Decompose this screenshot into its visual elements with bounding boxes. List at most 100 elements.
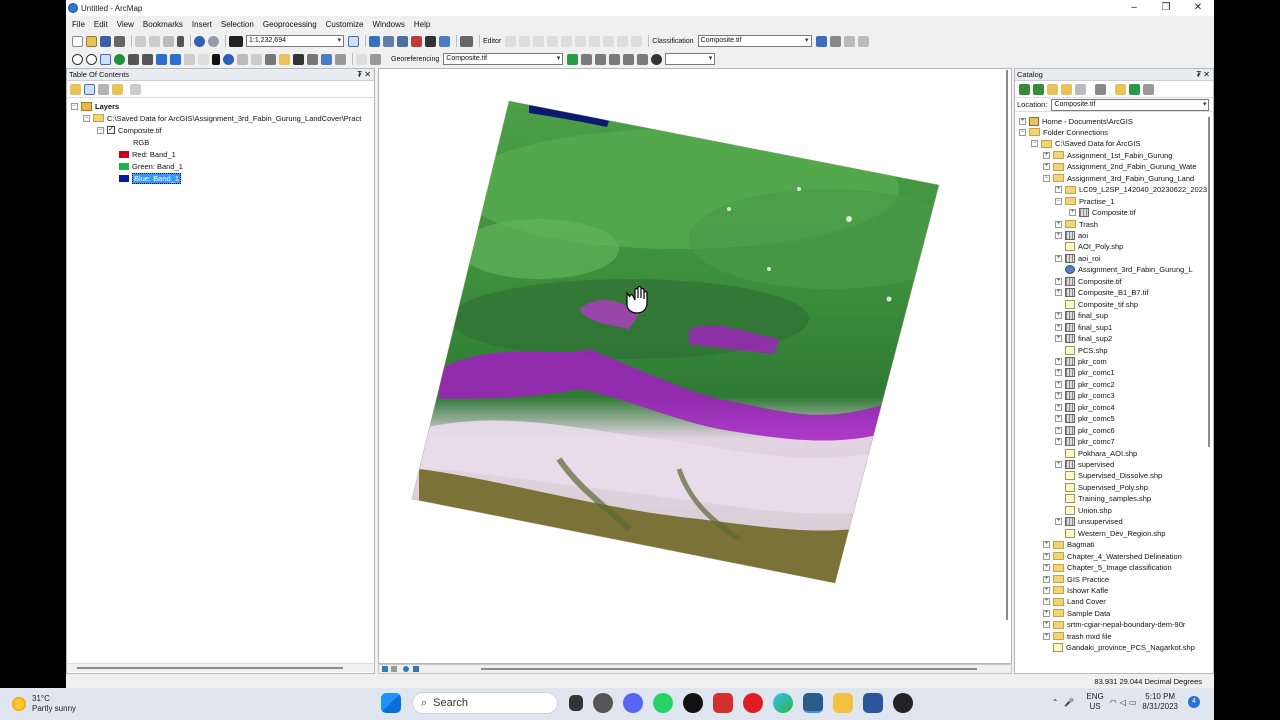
collapse-icon[interactable]: − xyxy=(1019,128,1026,136)
collapse-icon[interactable]: − xyxy=(1055,197,1062,205)
catalog-item[interactable]: Composite_tif.shp xyxy=(1055,298,1138,310)
python-window-icon[interactable] xyxy=(425,35,436,47)
editor-menu[interactable]: Editor xyxy=(483,38,501,45)
toc-band-blue-row[interactable]: Blue: Band_1 xyxy=(119,172,182,184)
discord-icon[interactable] xyxy=(623,693,643,713)
expand-icon[interactable]: + xyxy=(1055,220,1062,228)
layout-view-icon[interactable] xyxy=(391,666,397,672)
table-of-contents-icon[interactable] xyxy=(369,35,380,47)
viewer-window-icon[interactable] xyxy=(335,53,346,65)
new-document-icon[interactable] xyxy=(72,35,83,47)
expand-icon[interactable]: + xyxy=(1055,186,1062,194)
topology-icon[interactable] xyxy=(631,35,643,47)
go-to-xy-icon[interactable] xyxy=(307,53,318,65)
classification-menu[interactable]: Classification xyxy=(652,38,693,45)
expand-icon[interactable]: + xyxy=(1055,415,1062,423)
catalog-item[interactable]: + GIS Practice xyxy=(1043,573,1109,585)
expand-icon[interactable]: + xyxy=(1043,575,1050,583)
menu-file[interactable]: File xyxy=(72,20,85,29)
catalog-item[interactable]: + pkr_comc2 xyxy=(1055,378,1115,390)
expand-icon[interactable]: + xyxy=(1055,461,1062,468)
sketch-properties-icon[interactable] xyxy=(589,35,601,47)
weather-widget[interactable]: 31°C Partly sunny xyxy=(12,694,142,714)
catalog-pin-close-icon[interactable]: ₮ ✕ xyxy=(1196,69,1210,80)
catalog-item[interactable]: − Folder Connections xyxy=(1019,126,1108,138)
up-one-level-icon[interactable] xyxy=(1047,83,1058,95)
location-combo[interactable]: Composite.tif xyxy=(1051,98,1210,111)
catalog-item[interactable]: + srtm-cgiar-nepal-boundary-dem-90r xyxy=(1043,619,1185,631)
expand-icon[interactable]: + xyxy=(1043,598,1050,606)
catalog-item[interactable]: + Composite_B1_B7.tif xyxy=(1055,287,1148,299)
list-by-drawing-order-icon[interactable] xyxy=(70,83,81,95)
print-icon[interactable] xyxy=(114,35,125,47)
classification-layer-combo[interactable]: Composite.tif xyxy=(697,35,812,47)
catalog-item[interactable]: + Chapter_4_Watershed Delineation xyxy=(1043,550,1182,562)
scale-icon[interactable] xyxy=(609,53,621,65)
catalog-item[interactable]: Assignment_3rd_Fabin_Gurung_L xyxy=(1055,264,1193,276)
time-slider-icon[interactable] xyxy=(321,53,332,65)
model-builder-icon[interactable] xyxy=(439,35,450,47)
catalog-item[interactable]: + pkr_comc5 xyxy=(1055,413,1115,425)
zoom-in-icon[interactable] xyxy=(72,53,83,65)
back-extent-icon[interactable] xyxy=(156,53,167,65)
attributes-icon[interactable] xyxy=(575,35,587,47)
menu-customize[interactable]: Customize xyxy=(326,20,364,29)
collapse-icon[interactable]: − xyxy=(83,114,90,122)
catalog-item[interactable]: Gandaki_province_PCS_Nagarkot.shp xyxy=(1043,642,1195,654)
list-by-visibility-icon[interactable] xyxy=(98,83,109,95)
reshape-icon[interactable] xyxy=(519,35,531,47)
catalog-item[interactable]: + Chapter_5_Image classification xyxy=(1043,562,1172,574)
split-icon[interactable] xyxy=(547,35,559,47)
catalog-item[interactable]: Pokhara_AOI.shp xyxy=(1055,447,1137,459)
toc-band-red-row[interactable]: Red: Band_1 xyxy=(119,148,176,160)
catalog-item[interactable]: − C:\Saved Data for ArcGIS xyxy=(1031,138,1140,150)
menu-insert[interactable]: Insert xyxy=(192,20,212,29)
expand-icon[interactable]: + xyxy=(1055,312,1062,320)
map-vscroll-thumb[interactable] xyxy=(1006,70,1008,620)
add-control-points-icon[interactable] xyxy=(567,53,579,65)
map-hscroll-thumb[interactable] xyxy=(481,668,977,670)
windows-start-icon[interactable] xyxy=(381,693,401,713)
close-button[interactable]: ✕ xyxy=(1182,0,1214,16)
shift-icon[interactable] xyxy=(595,53,607,65)
catalog-item[interactable]: Training_samples.shp xyxy=(1055,493,1151,505)
rotate-georef-icon[interactable] xyxy=(581,53,593,65)
toggle-contents-icon[interactable] xyxy=(1129,83,1140,95)
catalog-item[interactable]: − Practise_1 xyxy=(1055,195,1114,207)
rotation-angle-input[interactable] xyxy=(665,53,716,65)
catalog-vertical-scrollbar[interactable] xyxy=(1205,113,1213,673)
catalog-item[interactable]: + pkr_comc4 xyxy=(1055,401,1115,413)
settings-gear-icon[interactable] xyxy=(593,693,613,713)
list-by-source-icon[interactable] xyxy=(84,83,95,95)
add-data-icon[interactable] xyxy=(229,35,243,47)
home-folder-icon[interactable] xyxy=(1061,83,1072,95)
catalog-item[interactable]: + pkr_comc7 xyxy=(1055,436,1115,448)
search-window-icon[interactable] xyxy=(397,35,408,47)
catalog-item[interactable]: + Sample Data xyxy=(1043,607,1110,619)
catalog-item[interactable]: + Assignment_1st_Fabin_Gurung xyxy=(1043,149,1172,161)
forward-icon[interactable] xyxy=(1033,83,1044,95)
minimize-button[interactable]: – xyxy=(1118,0,1150,16)
catalog-item[interactable]: + LC09_L2SP_142040_20230622_2023 xyxy=(1055,184,1207,196)
clear-selection-icon[interactable] xyxy=(198,53,209,65)
copy-icon[interactable] xyxy=(149,35,160,47)
expand-icon[interactable]: + xyxy=(1043,163,1050,171)
expand-icon[interactable]: + xyxy=(1055,232,1062,239)
toc-options-icon[interactable] xyxy=(130,83,141,95)
catalog-item[interactable]: Supervised_Poly.shp xyxy=(1055,481,1148,493)
select-elements-icon[interactable] xyxy=(212,53,220,65)
catalog-item[interactable]: + trash mxd file xyxy=(1043,630,1112,642)
catalog-item[interactable]: Supervised_Dissolve.shp xyxy=(1055,470,1162,482)
catalog-item[interactable]: + Land Cover xyxy=(1043,596,1106,608)
expand-icon[interactable]: + xyxy=(1043,564,1050,572)
arctoolbox-icon[interactable] xyxy=(411,35,422,47)
toc-source-row[interactable]: − C:\Saved Data for ArcGIS\Assignment_3r… xyxy=(83,112,361,124)
editor-toolbar-icon[interactable] xyxy=(348,35,359,47)
edit-vertices-icon[interactable] xyxy=(505,35,517,47)
tray-overflow-icon[interactable]: ⌃ xyxy=(1052,698,1059,707)
expand-icon[interactable]: + xyxy=(1055,518,1062,526)
expand-icon[interactable]: + xyxy=(1055,438,1062,446)
map-display[interactable] xyxy=(378,68,1012,664)
menu-geoprocessing[interactable]: Geoprocessing xyxy=(263,20,317,29)
expand-icon[interactable]: + xyxy=(1043,632,1050,640)
